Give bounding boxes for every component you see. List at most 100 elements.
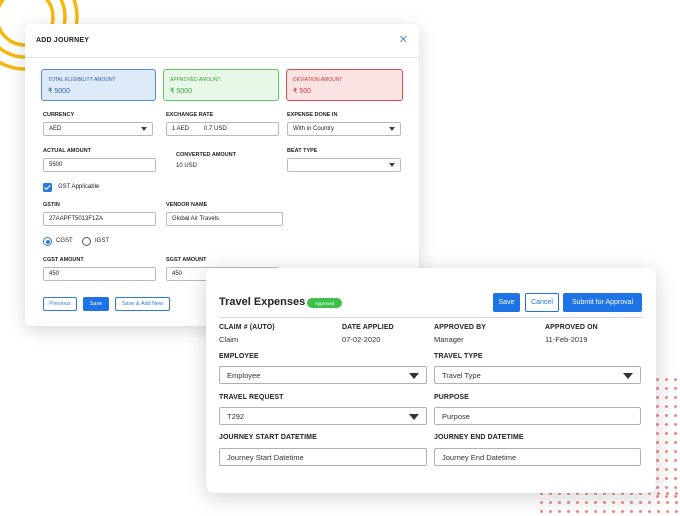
approved-by-label: APPROVED BY [434,324,487,331]
decorative-dot [656,486,659,489]
journey-start-label: JOURNEY START DATETIME [219,434,317,441]
travel-type-select[interactable]: Travel Type [434,366,641,384]
approved-on-label: APPROVED ON [545,324,598,331]
decorative-dot [656,450,659,453]
travel-request-select[interactable]: T292 [219,407,427,425]
decorative-dot [665,396,668,399]
beat-type-label: BEAT TYPE [287,148,318,154]
vendor-name-label: VENDOR NAME [166,202,208,208]
actual-amount-input[interactable]: 5500 [43,158,156,172]
status-badge: Approved [307,298,342,308]
approved-on-value: 11-Feb-2019 [545,335,588,344]
decorative-dot [666,501,669,504]
cancel-button[interactable]: Cancel [525,293,559,312]
decorative-dot [656,432,659,435]
decorative-dot [656,423,659,426]
cgst-amount-input[interactable]: 450 [43,267,156,281]
actual-amount-value: 5500 [49,162,63,168]
decorative-dot [674,414,677,417]
decorative-dot [639,501,642,504]
decorative-dot [585,510,588,513]
gstin-value: 27AAPFT5013F1ZA [49,216,104,222]
total-eligibility-value: ₹ 5000 [48,88,70,95]
deviation-amount-value: ₹ 500 [293,88,312,95]
purpose-label: PURPOSE [434,394,469,401]
decorative-dot [594,501,597,504]
employee-value: Employee [227,370,261,380]
decorative-dot [674,432,677,435]
chevron-down-icon [409,413,419,420]
decorative-dot [576,510,579,513]
decorative-dot [576,501,579,504]
approved-by-value: Manager [434,335,464,344]
purpose-value: Purpose [442,411,470,421]
cgst-radio[interactable] [43,237,52,246]
decorative-dot [612,501,615,504]
total-eligibility-card: TOTAL ELIGIBILITY AMOUNT ₹ 5000 [41,69,156,101]
chevron-down-icon [389,127,395,131]
decorative-dot [665,450,668,453]
cgst-radio-label: CGST [56,238,73,244]
decorative-dot [558,510,561,513]
vendor-name-input[interactable]: Global Air Travels [166,212,283,226]
decorative-dot [639,510,642,513]
converted-amount-label: CONVERTED AMOUNT [176,152,236,158]
decorative-dot [674,477,677,480]
beat-type-select[interactable] [287,158,401,172]
save-button[interactable]: Save [83,297,109,311]
decorative-dot [656,477,659,480]
currency-value: AED [49,126,62,132]
decorative-dot [657,510,660,513]
decorative-dot [674,441,677,444]
expense-done-in-label: EXPENSE DONE IN [287,112,338,118]
decorative-dot [665,378,668,381]
journey-start-input[interactable]: Journey Start Datetime [219,448,427,466]
decorative-dot [656,387,659,390]
decorative-dot [665,495,668,498]
journey-end-input[interactable]: Journey End Datetime [434,448,641,466]
decorative-dot [665,423,668,426]
decorative-dot [665,441,668,444]
decorative-dot [630,501,633,504]
gstin-input[interactable]: 27AAPFT5013F1ZA [43,212,156,226]
submit-for-approval-button[interactable]: Submit for Approval [563,293,642,312]
decorative-dot [567,510,570,513]
decorative-dot [665,405,668,408]
close-icon[interactable]: ✕ [399,35,408,46]
decorative-dot [603,510,606,513]
decorative-dot [665,468,668,471]
decorative-dot [674,486,677,489]
decorative-dot [621,510,624,513]
dialog-header: ADD JOURNEY ✕ [25,24,419,58]
decorative-dot [585,501,588,504]
decorative-dot [656,468,659,471]
sgst-amount-value: 450 [172,271,183,277]
save-and-add-new-button[interactable]: Save & Add New [115,297,170,311]
date-applied-value: 07-02-2020 [342,335,381,344]
previous-button[interactable]: Previous [43,297,77,311]
cgst-amount-value: 450 [49,271,60,277]
decorative-dot [665,432,668,435]
igst-radio[interactable] [82,237,91,246]
decorative-dot [656,378,659,381]
purpose-input[interactable]: Purpose [434,407,641,425]
decorative-dot [674,378,677,381]
chevron-down-icon [409,372,419,379]
converted-amount-value: 10 USD [176,163,198,169]
decorative-dot [665,414,668,417]
decorative-dot [665,387,668,390]
employee-select[interactable]: Employee [219,366,427,384]
save-button[interactable]: Save [493,293,520,312]
actual-amount-label: ACTUAL AMOUNT [43,148,91,154]
gst-applicable-label: GST Applicable [58,184,100,190]
decorative-dot [656,441,659,444]
expense-done-in-select[interactable]: With in Country [287,122,401,136]
gst-applicable-checkbox[interactable] [43,183,52,192]
decorative-dot [621,501,624,504]
currency-select[interactable]: AED [43,122,153,136]
travel-request-label: TRAVEL REQUEST [219,394,284,401]
decorative-dot [665,477,668,480]
decorative-dot [656,459,659,462]
decorative-dot [657,501,660,504]
exchange-rate-input[interactable]: 1 AED 0.7 USD [166,122,279,136]
